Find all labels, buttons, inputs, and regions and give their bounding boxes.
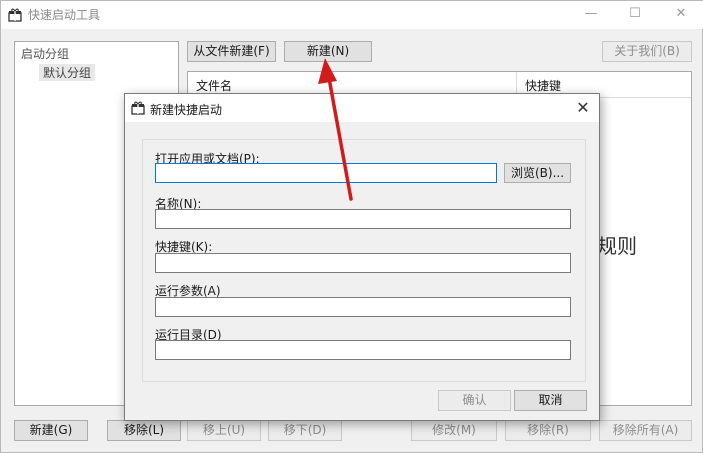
move-down-button[interactable]: 移下(D): [268, 420, 342, 441]
column-filename[interactable]: 文件名: [196, 77, 232, 94]
new-group-button[interactable]: 新建(G): [14, 420, 88, 441]
tree-root-item[interactable]: 启动分组: [21, 45, 69, 62]
annotation-arrow: [318, 58, 353, 201]
column-shortcut[interactable]: 快捷键: [525, 77, 561, 94]
dialog-title: 新建快捷启动: [150, 103, 223, 117]
window-title: 快速启动工具: [28, 8, 101, 22]
dialog-close-button[interactable]: ✕: [573, 98, 593, 118]
hotkey-input[interactable]: [155, 253, 571, 273]
minimize-button[interactable]: —: [581, 6, 601, 22]
name-input[interactable]: [155, 209, 571, 229]
run-args-input[interactable]: [155, 297, 571, 317]
move-up-button[interactable]: 移上(U): [187, 420, 261, 441]
title-bar[interactable]: 快速启动工具 — ☐ ✕: [1, 1, 703, 29]
gift-box-icon: [131, 101, 145, 115]
new-from-file-button[interactable]: 从文件新建(F): [187, 41, 276, 62]
remove-group-button[interactable]: 移除(L): [107, 420, 181, 441]
remove-all-button[interactable]: 移除所有(A): [599, 420, 692, 441]
empty-hint-text: 规则: [597, 234, 637, 258]
remove-shortcut-button[interactable]: 移除(R): [505, 420, 591, 441]
cancel-button[interactable]: 取消: [514, 390, 587, 411]
browse-button[interactable]: 浏览(B)...: [504, 163, 571, 183]
confirm-button[interactable]: 确认: [438, 390, 511, 411]
edit-button[interactable]: 修改(M): [411, 420, 497, 441]
maximize-button[interactable]: ☐: [625, 6, 645, 22]
about-button[interactable]: 关于我们(B): [602, 41, 692, 62]
tree-item-default-group[interactable]: 默认分组: [39, 64, 96, 81]
close-button[interactable]: ✕: [671, 6, 691, 22]
gift-box-icon: [8, 8, 22, 22]
run-dir-input[interactable]: [155, 340, 571, 360]
